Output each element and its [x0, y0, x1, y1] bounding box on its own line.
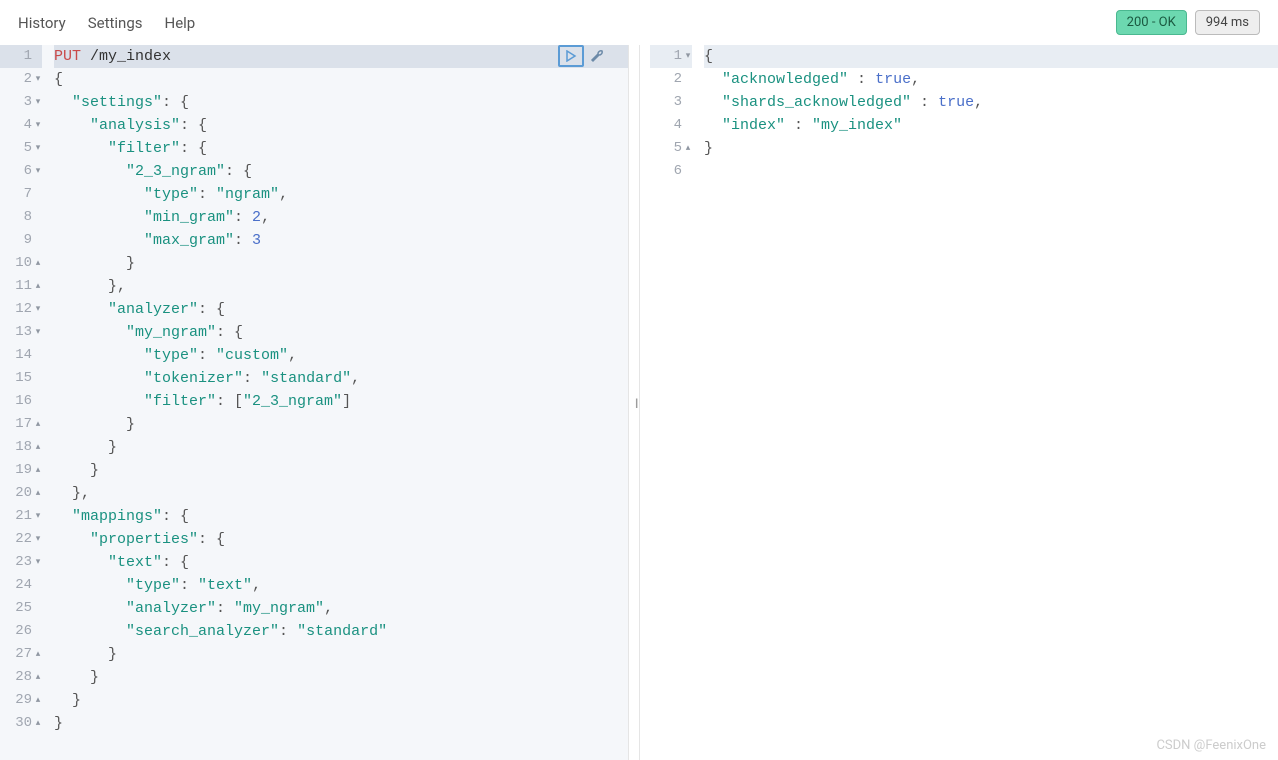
menu-bar: History Settings Help 200 - OK 994 ms — [0, 0, 1278, 45]
wrench-icon[interactable] — [584, 45, 610, 67]
menu-settings[interactable]: Settings — [88, 14, 143, 32]
response-viewer: { "acknowledged" : true, "shards_acknowl… — [698, 45, 1278, 760]
divider-handle-icon: || — [635, 396, 636, 409]
response-gutter: 1▾2 3 4 5▴6 — [650, 45, 698, 760]
time-badge: 994 ms — [1195, 10, 1260, 35]
run-button[interactable] — [558, 45, 584, 67]
request-editor[interactable]: PUT /my_index{ "settings": { "analysis":… — [48, 45, 628, 760]
panel-divider[interactable]: || — [639, 45, 640, 760]
request-gutter: 1 2▾3▾4▾5▾6▾7 8 9 10▴11▴12▾13▾14 15 16 1… — [0, 45, 48, 760]
menu-left: History Settings Help — [18, 14, 195, 32]
action-icons — [558, 45, 610, 67]
status-badge: 200 - OK — [1116, 10, 1187, 35]
request-panel: 1 2▾3▾4▾5▾6▾7 8 9 10▴11▴12▾13▾14 15 16 1… — [0, 45, 629, 760]
menu-help[interactable]: Help — [165, 14, 196, 32]
editor-panels: 1 2▾3▾4▾5▾6▾7 8 9 10▴11▴12▾13▾14 15 16 1… — [0, 45, 1278, 760]
response-panel: 1▾2 3 4 5▴6 { "acknowledged" : true, "sh… — [650, 45, 1278, 760]
status-area: 200 - OK 994 ms — [1116, 10, 1260, 35]
menu-history[interactable]: History — [18, 14, 66, 32]
